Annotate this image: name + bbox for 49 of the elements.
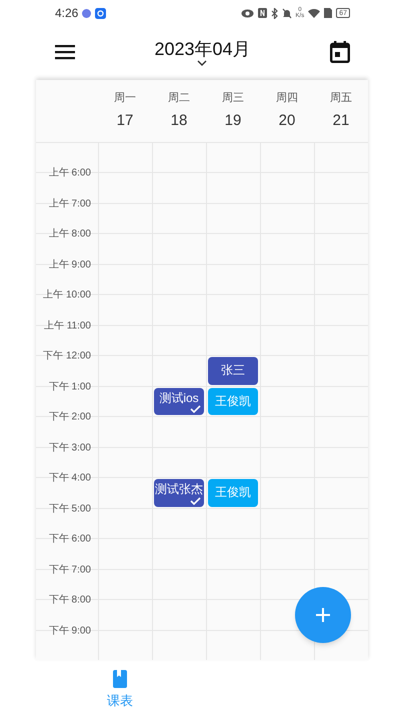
time-label: 下午 1:00 bbox=[48, 380, 91, 394]
status-time: 4:26 bbox=[55, 5, 78, 22]
weekday-label: 周二 bbox=[168, 91, 190, 106]
wifi-icon bbox=[308, 8, 320, 18]
date-label: 18 bbox=[170, 110, 188, 130]
app-notification-icon bbox=[82, 8, 92, 18]
plus-icon bbox=[315, 607, 331, 623]
course-event[interactable]: 测试张杰 bbox=[154, 479, 204, 506]
time-label: 上午 11:00 bbox=[44, 319, 91, 333]
time-label: 下午 6:00 bbox=[48, 532, 91, 546]
sim-icon bbox=[324, 8, 332, 18]
weekday-label: 周五 bbox=[330, 91, 352, 106]
time-label: 上午 9:00 bbox=[48, 258, 91, 272]
time-label: 下午 9:00 bbox=[48, 624, 91, 638]
muted-bell-icon bbox=[282, 8, 292, 18]
nfc-icon bbox=[258, 8, 267, 18]
date-label: 17 bbox=[116, 110, 134, 130]
time-label: 下午 4:00 bbox=[48, 472, 91, 486]
time-label: 下午 3:00 bbox=[48, 441, 91, 455]
time-label: 下午 12:00 bbox=[43, 350, 91, 364]
time-label: 上午 6:00 bbox=[48, 166, 91, 180]
course-title: 王俊凯 bbox=[215, 485, 251, 500]
course-event[interactable]: 张三 bbox=[208, 357, 258, 384]
course-event[interactable]: 测试ios bbox=[154, 388, 204, 415]
weekday-label: 周三 bbox=[222, 91, 244, 106]
date-label: 19 bbox=[224, 110, 242, 130]
book-icon bbox=[113, 670, 127, 688]
month-title[interactable]: 2023年04月 bbox=[154, 38, 251, 60]
course-title: 张三 bbox=[221, 363, 245, 378]
time-label: 下午 7:00 bbox=[48, 563, 91, 577]
time-label: 下午 2:00 bbox=[48, 410, 91, 424]
date-label: 20 bbox=[278, 110, 296, 130]
time-label: 下午 5:00 bbox=[48, 502, 91, 516]
time-label: 上午 10:00 bbox=[43, 288, 91, 302]
course-title: 王俊凯 bbox=[215, 394, 251, 409]
calendar-icon[interactable] bbox=[330, 41, 350, 63]
eye-icon bbox=[240, 8, 254, 18]
course-title: 测试ios bbox=[159, 390, 199, 406]
course-title: 测试张杰 bbox=[155, 482, 203, 497]
menu-icon[interactable] bbox=[55, 44, 75, 60]
time-label: 下午 8:00 bbox=[48, 594, 91, 608]
time-label: 上午 8:00 bbox=[48, 227, 91, 242]
time-label: 上午 7:00 bbox=[48, 197, 91, 211]
date-label: 21 bbox=[332, 110, 350, 130]
app-notification-icon bbox=[95, 8, 106, 18]
weekday-label: 周一 bbox=[114, 91, 136, 106]
weekday-label: 周四 bbox=[276, 91, 298, 106]
chevron-down-icon[interactable] bbox=[197, 60, 208, 66]
bluetooth-icon bbox=[270, 8, 278, 18]
